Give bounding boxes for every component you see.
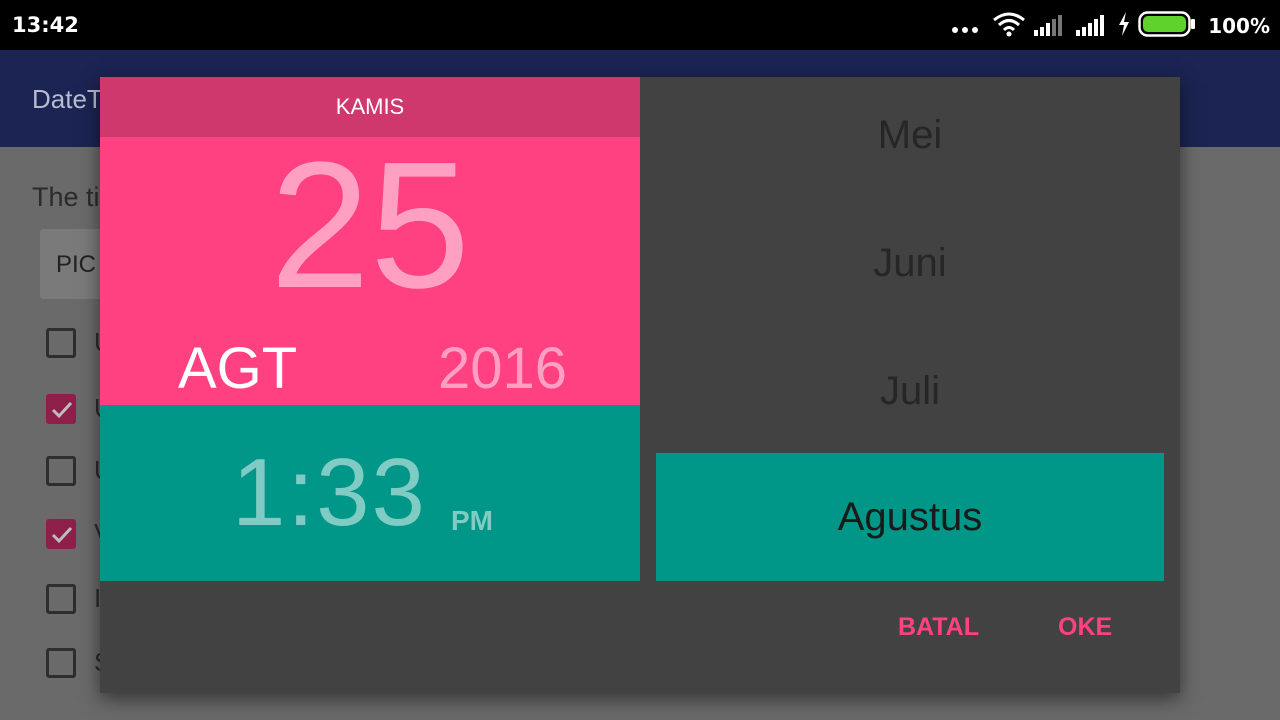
checkbox[interactable] <box>46 328 76 358</box>
status-icons: 100% <box>952 11 1270 41</box>
ok-button[interactable]: OKE <box>1058 613 1112 642</box>
month-short[interactable]: AGT <box>178 337 297 401</box>
signal-icon <box>1034 12 1068 40</box>
checkbox[interactable] <box>46 394 76 424</box>
checkbox[interactable] <box>46 519 76 549</box>
battery-icon <box>1138 11 1196 41</box>
day-number[interactable]: 25 <box>100 131 640 321</box>
pick-button-label: PIC <box>56 251 97 278</box>
signal-icon <box>1076 12 1110 40</box>
month-item-agustus[interactable]: Agustus <box>656 453 1164 581</box>
status-bar: 13:42 100% <box>0 0 1280 50</box>
content-text: The ti <box>32 182 100 212</box>
check-icon <box>51 526 73 544</box>
date-picker-dialog: KAMIS 25 AGT 2016 1:33 PM Mei Juni Juli … <box>100 77 1180 693</box>
battery-percent: 100% <box>1208 14 1270 38</box>
month-item-mei[interactable]: Mei <box>656 71 1164 199</box>
month-item-juli[interactable]: Juli <box>656 327 1164 455</box>
day-name: KAMIS <box>335 94 405 119</box>
checkbox[interactable] <box>46 456 76 486</box>
month-item-juni[interactable]: Juni <box>656 199 1164 327</box>
wifi-icon <box>992 11 1026 41</box>
check-icon <box>51 401 73 419</box>
checkbox[interactable] <box>46 648 76 678</box>
cancel-button[interactable]: BATAL <box>898 613 979 642</box>
year[interactable]: 2016 <box>438 337 567 401</box>
status-time: 13:42 <box>12 13 79 37</box>
checkbox[interactable] <box>46 584 76 614</box>
ampm-label[interactable]: PM <box>451 505 493 537</box>
charging-icon <box>1118 12 1130 40</box>
date-header: 25 AGT 2016 <box>100 131 640 405</box>
time-display[interactable]: 1:33 <box>232 443 427 543</box>
app-title: DateT <box>32 84 103 114</box>
month-list[interactable]: Mei Juni Juli Agustus <box>640 77 1180 581</box>
time-header[interactable]: 1:33 PM <box>100 405 640 581</box>
more-dots-icon <box>952 27 979 33</box>
